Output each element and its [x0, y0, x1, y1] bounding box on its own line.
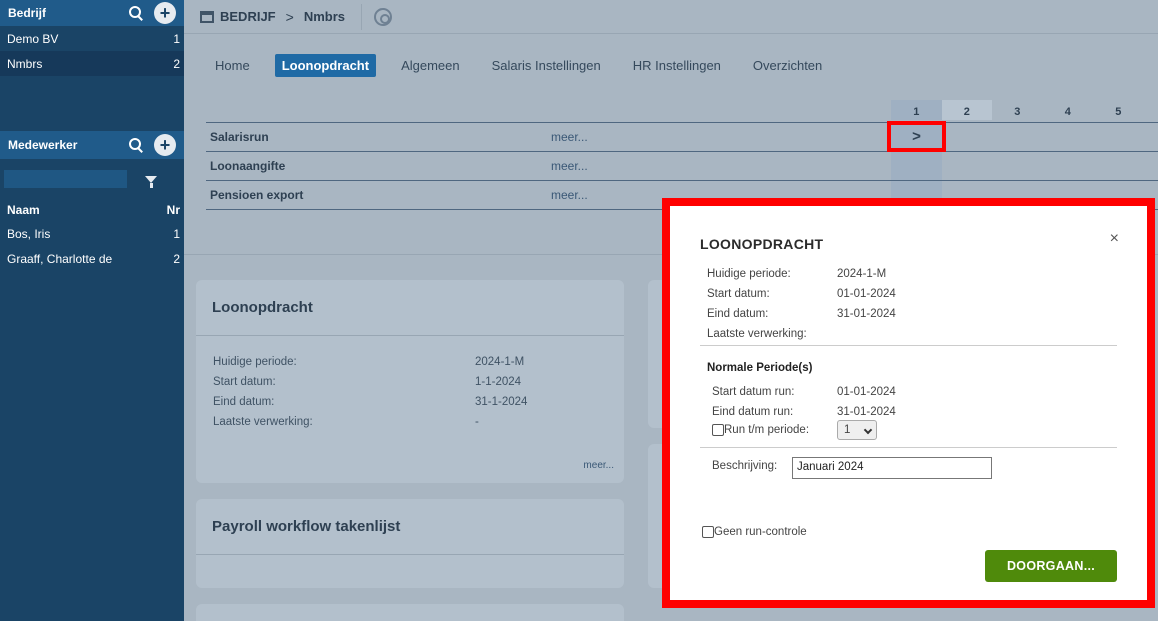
card-title: Loonopdracht	[196, 280, 624, 336]
chevron-down-icon	[863, 425, 873, 435]
medewerker-item[interactable]: Graaff, Charlotte de 2	[0, 246, 184, 271]
bedrijf-title: Bedrijf	[8, 6, 47, 20]
dialog-row: Start datum: 01-01-2024	[707, 288, 896, 300]
geen-run-controle-row: Geen run-controle	[702, 526, 807, 538]
add-medewerker-button[interactable]: +	[154, 134, 176, 156]
tab-home[interactable]: Home	[208, 54, 257, 77]
medewerker-header: Medewerker +	[0, 131, 184, 159]
loonopdracht-card: Loonopdracht Huidige periode: 2024-1-M St…	[196, 280, 624, 483]
run-row-salarisrun: Salarisrun meer...	[206, 123, 1158, 152]
geen-run-controle-checkbox[interactable]	[702, 526, 714, 538]
divider	[700, 447, 1117, 448]
tab-loonopdracht[interactable]: Loonopdracht	[274, 54, 377, 77]
add-bedrijf-button[interactable]: +	[154, 2, 176, 24]
loonopdracht-dialog-highlight: LOONOPDRACHT × Huidige periode: 2024-1-M …	[662, 198, 1155, 608]
card-row: Start datum: 1-1-2024	[213, 376, 522, 388]
period-column-highlight	[891, 152, 942, 180]
card-row: Eind datum: 31-1-2024	[213, 396, 528, 408]
dialog-row: Laatste verwerking:	[707, 328, 807, 340]
loonopdracht-dialog: LOONOPDRACHT × Huidige periode: 2024-1-M …	[670, 206, 1147, 600]
card-title: Payroll workflow takenlijst	[196, 499, 624, 555]
medewerker-columns: Naam Nr	[7, 203, 180, 217]
doorgaan-button[interactable]: DOORGAAN...	[985, 550, 1117, 582]
tab-salaris-instellingen[interactable]: Salaris Instellingen	[485, 54, 608, 77]
filter-icon[interactable]	[145, 175, 157, 188]
bedrijf-header: Bedrijf +	[0, 0, 184, 26]
tab-hr-instellingen[interactable]: HR Instellingen	[626, 54, 728, 77]
run-tm-periode-checkbox[interactable]	[712, 424, 724, 436]
divider	[700, 345, 1117, 346]
run-tm-periode-row: Run t/m periode:	[712, 424, 809, 436]
period-2: 2	[941, 100, 992, 120]
run-tm-periode-select[interactable]: 1	[837, 420, 877, 440]
run-row-loonaangifte: Loonaangifte meer...	[206, 152, 1158, 181]
close-icon[interactable]: ×	[1110, 230, 1119, 248]
tab-algemeen[interactable]: Algemeen	[394, 54, 467, 77]
normale-perioden-heading: Normale Periode(s)	[707, 362, 813, 374]
beschrijving-input[interactable]: Januari 2024	[792, 457, 992, 479]
period-4: 4	[1064, 106, 1071, 118]
breadcrumb-company[interactable]: Nmbrs	[304, 9, 345, 24]
card-row: Laatste verwerking: -	[213, 416, 479, 428]
card-placeholder	[196, 604, 624, 621]
dialog-row: Eind datum run: 31-01-2024	[712, 406, 896, 418]
medewerker-item[interactable]: Bos, Iris 1	[0, 221, 184, 246]
breadcrumb: BEDRIJF > Nmbrs	[184, 0, 1158, 34]
tab-bar: Home Loonopdracht Algemeen Salaris Inste…	[208, 54, 847, 77]
medewerker-filter	[0, 167, 184, 191]
dialog-row: Huidige periode: 2024-1-M	[707, 268, 887, 280]
period-header: 1 2 3 4 5	[891, 100, 1144, 120]
search-icon[interactable]	[128, 5, 144, 21]
card-row: Huidige periode: 2024-1-M	[213, 356, 525, 368]
period-5: 5	[1115, 106, 1122, 118]
medewerker-search-input[interactable]	[4, 170, 127, 188]
sidebar-item-demo-bv[interactable]: Demo BV 1	[0, 26, 184, 51]
store-icon	[200, 10, 214, 23]
sidebar: Bedrijf + Demo BV 1 Nmbrs 2 Medewerker +…	[0, 0, 184, 621]
run-period-arrow-button[interactable]: >	[887, 121, 946, 152]
chevron-right-icon: >	[912, 128, 921, 145]
runs-table: Salarisrun meer... Loonaangifte meer... …	[206, 122, 1158, 210]
sidebar-item-nmbrs[interactable]: Nmbrs 2	[0, 51, 184, 76]
breadcrumb-separator: >	[285, 8, 294, 25]
period-3: 3	[1014, 106, 1021, 118]
period-1: 1	[891, 100, 942, 120]
dialog-title: LOONOPDRACHT	[700, 236, 824, 252]
meer-link[interactable]: meer...	[551, 130, 588, 144]
search-icon[interactable]	[128, 137, 144, 153]
meer-link[interactable]: meer...	[551, 159, 588, 173]
breadcrumb-bedrijf[interactable]: BEDRIJF	[220, 9, 276, 24]
divider	[361, 3, 362, 30]
settings-icon[interactable]	[374, 7, 392, 26]
tab-overzichten[interactable]: Overzichten	[746, 54, 829, 77]
beschrijving-label: Beschrijving:	[712, 460, 778, 472]
dialog-row: Start datum run: 01-01-2024	[712, 386, 896, 398]
meer-link[interactable]: meer...	[583, 460, 614, 471]
medewerker-title: Medewerker	[8, 138, 78, 152]
meer-link[interactable]: meer...	[551, 188, 588, 202]
payroll-workflow-card: Payroll workflow takenlijst	[196, 499, 624, 588]
dialog-row: Eind datum: 31-01-2024	[707, 308, 896, 320]
